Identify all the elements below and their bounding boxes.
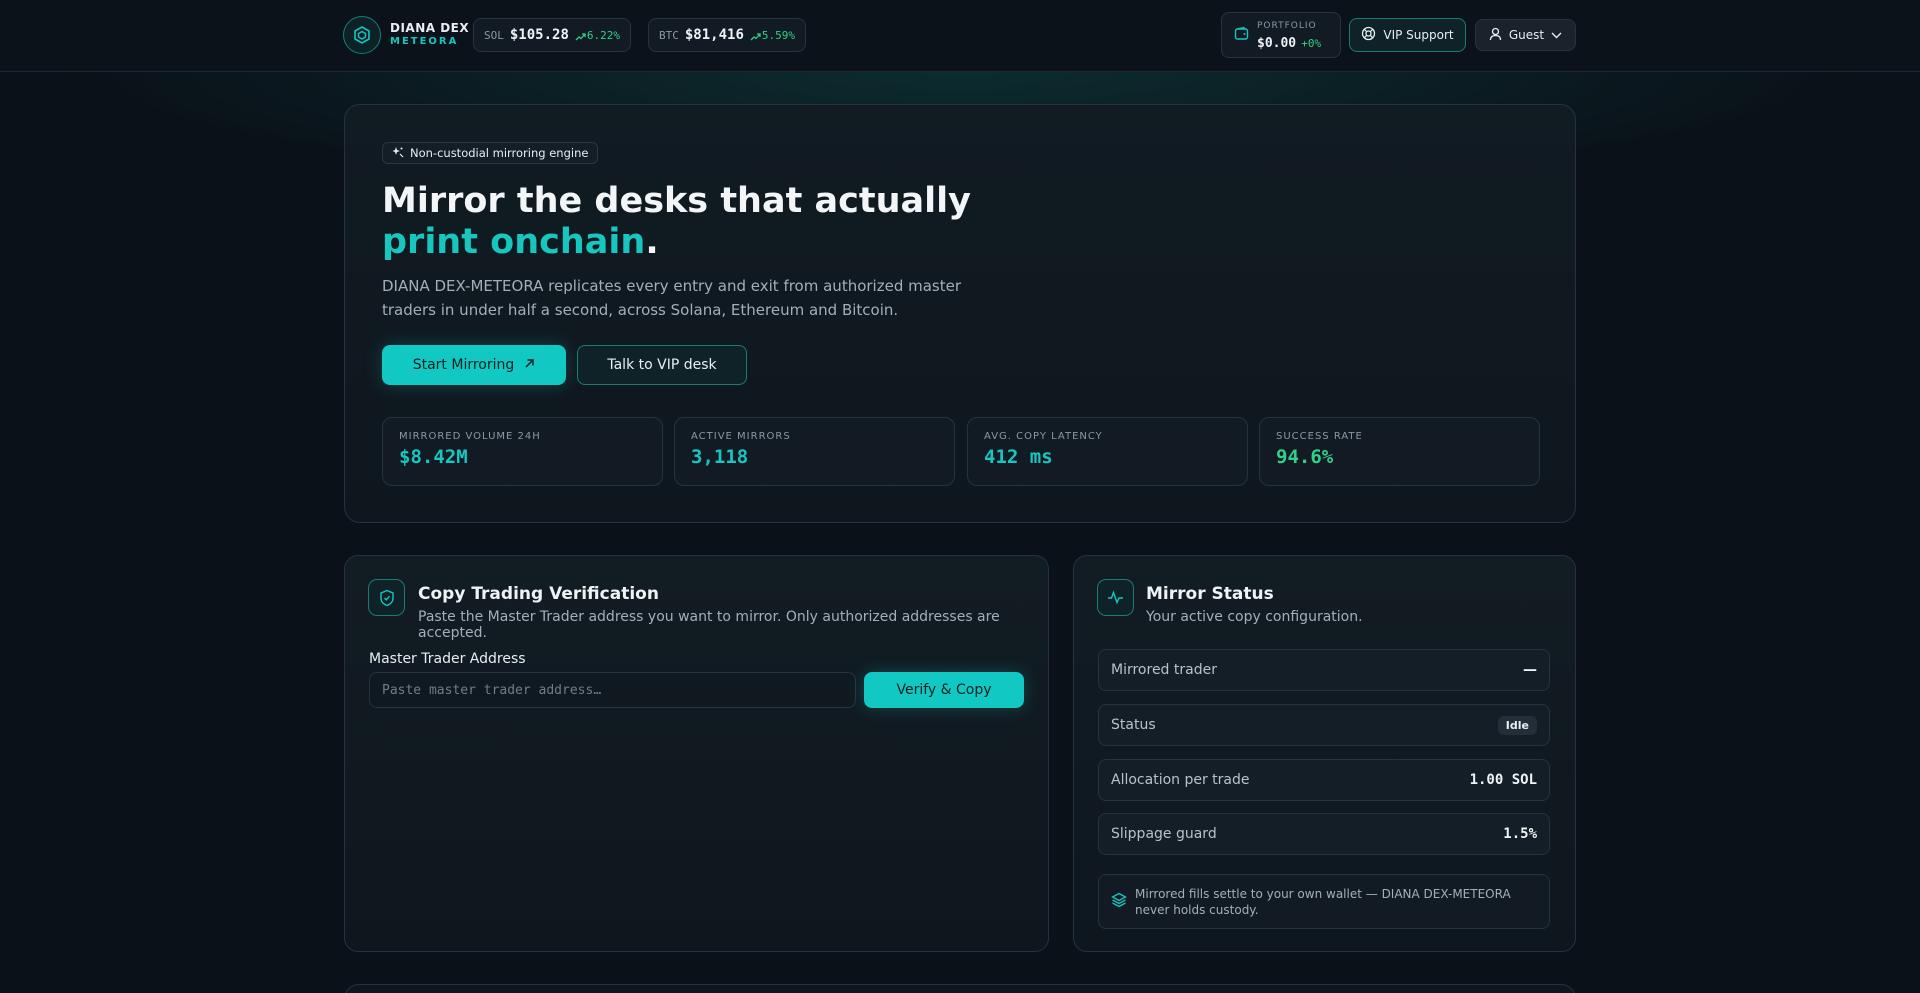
hero-badge-label: Non-custodial mirroring engine [410,146,589,160]
hero-description: DIANA DEX-METEORA replicates every entry… [382,277,962,319]
trend-up-icon [575,26,586,45]
row-label: Allocation per trade [1111,772,1250,788]
activity-icon [1097,579,1134,616]
talk-to-vip-desk-label: Talk to VIP desk [607,357,717,373]
row-label: Slippage guard [1111,826,1217,842]
hexagon-icon [343,16,381,54]
user-label: Guest [1508,28,1545,42]
stat-value: 412 ms [984,446,1053,468]
ticker-change: 6.22% [586,28,621,42]
hero-card: Non-custodial mirroring engine Mirror th… [344,104,1576,523]
stat-mirrored-volume: MIRRORED VOLUME 24H $8.42M [382,417,663,486]
start-mirroring-button[interactable]: Start Mirroring [382,345,566,385]
hero-badge: Non-custodial mirroring engine [382,142,599,164]
mirror-status-panel: Mirror Status Your active copy configura… [1073,555,1576,952]
stat-active-mirrors: ACTIVE MIRRORS 3,118 [674,417,955,486]
portfolio-widget[interactable]: PORTFOLIO $0.00 +0% [1221,12,1341,58]
wallet-icon [1234,26,1249,45]
master-address-label: Master Trader Address [369,651,526,667]
user-icon [1489,27,1502,44]
stat-label: MIRRORED VOLUME 24H [399,431,541,442]
verification-panel: Copy Trading Verification Paste the Mast… [344,555,1049,952]
ticker-symbol: BTC [659,28,679,42]
talk-to-vip-desk-button[interactable]: Talk to VIP desk [577,345,747,385]
status-row-mirrored-trader: Mirrored trader — [1098,649,1550,691]
vip-support-label: VIP Support [1383,28,1454,42]
ticker-symbol: SOL [484,28,504,42]
ticker-btc[interactable]: BTC $81,416 5.59% [648,18,807,52]
verification-subtitle: Paste the Master Trader address you want… [418,609,1000,641]
trend-up-icon [750,26,761,45]
chevron-down-icon [1551,28,1562,42]
next-section-card [344,984,1576,993]
brand[interactable]: DIANA DEX METEORA [343,16,469,54]
brand-name: DIANA DEX [390,21,470,35]
mirror-status-subtitle: Your active copy configuration. [1146,609,1363,625]
hero-title-main: Mirror the desks that actually [382,181,971,221]
ticker-price: $105.28 [509,27,569,43]
verify-copy-label: Verify & Copy [896,682,992,698]
hero-title: Mirror the desks that actually print onc… [382,181,1022,263]
stat-value: 3,118 [691,446,749,468]
top-bar: DIANA DEX METEORA SOL $105.28 6.22% BTC … [0,0,1920,72]
custody-note-text: Mirrored fills settle to your own wallet… [1135,886,1511,917]
hero-title-accent: print onchain [382,222,646,262]
hero-title-end: . [645,222,659,262]
lifebuoy-icon [1361,26,1376,44]
stat-copy-latency: AVG. COPY LATENCY 412 ms [967,417,1248,486]
status-row-slippage: Slippage guard 1.5% [1098,813,1550,855]
mirror-status-title: Mirror Status [1146,584,1274,604]
stat-value: $8.42M [399,446,468,468]
start-mirroring-label: Start Mirroring [412,357,515,373]
vip-support-button[interactable]: VIP Support [1349,18,1466,52]
arrow-up-right-icon [524,357,535,373]
stat-label: AVG. COPY LATENCY [984,431,1103,442]
stat-success-rate: SUCCESS RATE 94.6% [1259,417,1540,486]
sparkles-icon [392,146,404,161]
row-label: Status [1111,717,1156,733]
row-label: Mirrored trader [1111,662,1217,678]
layers-icon [1111,892,1127,912]
ticker-sol[interactable]: SOL $105.28 6.22% [473,18,632,52]
ticker-price: $81,416 [684,27,744,43]
status-badge: Idle [1497,715,1537,735]
portfolio-change: +0% [1301,37,1322,50]
status-row-allocation: Allocation per trade 1.00 SOL [1098,759,1550,801]
stat-label: SUCCESS RATE [1276,431,1363,442]
shield-icon [368,579,405,616]
verify-copy-button[interactable]: Verify & Copy [864,672,1024,708]
verification-title: Copy Trading Verification [418,584,659,604]
portfolio-value: $0.00 [1257,36,1297,51]
portfolio-label: PORTFOLIO [1257,21,1317,31]
row-value: 1.00 SOL [1469,772,1537,788]
row-value: 1.5% [1503,826,1537,842]
custody-note: Mirrored fills settle to your own wallet… [1098,874,1550,929]
stat-value: 94.6% [1276,446,1334,468]
ticker-change: 5.59% [761,28,796,42]
brand-subtitle: METEORA [390,36,459,47]
stat-label: ACTIVE MIRRORS [691,431,791,442]
row-value: — [1523,662,1537,678]
status-row-status: Status Idle [1098,704,1550,746]
master-address-input[interactable] [369,672,856,708]
user-menu-button[interactable]: Guest [1475,19,1576,51]
